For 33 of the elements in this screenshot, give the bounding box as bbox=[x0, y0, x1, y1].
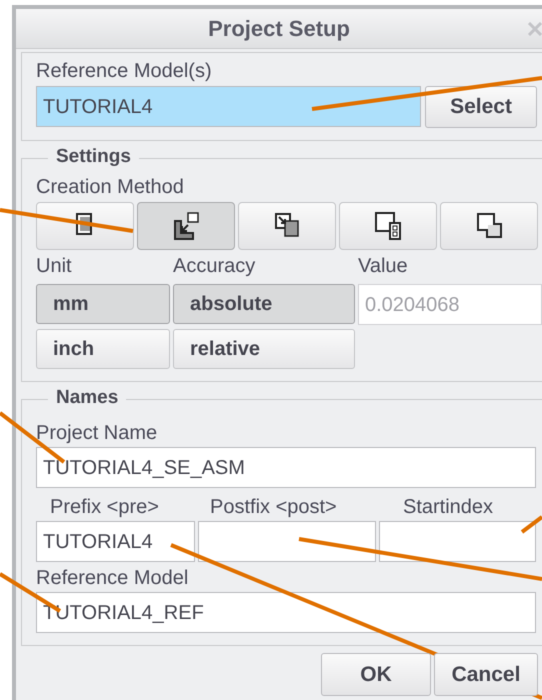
field-label: Value bbox=[358, 254, 409, 279]
field-label: Creation Method bbox=[36, 175, 185, 200]
field-label: Unit bbox=[36, 254, 73, 279]
field-label: Reference Model(s) bbox=[36, 59, 213, 84]
input-field[interactable]: TUTORIAL4_SE_ASM bbox=[36, 447, 536, 488]
corner-icon bbox=[172, 211, 200, 241]
step-icon bbox=[475, 211, 503, 241]
leader-line bbox=[520, 515, 542, 534]
box-grid-icon bbox=[374, 211, 402, 241]
option-button[interactable]: relative bbox=[173, 329, 355, 369]
window-title: Project Setup bbox=[208, 15, 350, 43]
input-field[interactable]: TUTORIAL4 bbox=[36, 86, 421, 127]
tool-button[interactable] bbox=[36, 202, 134, 250]
field-label: Prefix <pre> bbox=[49, 495, 160, 520]
input-field[interactable] bbox=[379, 521, 536, 562]
input-field[interactable]: TUTORIAL4 bbox=[36, 521, 195, 562]
field-label: Accuracy bbox=[173, 254, 256, 279]
field-label: Project Name bbox=[36, 421, 158, 446]
tool-button[interactable] bbox=[238, 202, 336, 250]
field-label: Reference Model bbox=[36, 566, 190, 591]
input-field[interactable] bbox=[198, 521, 376, 562]
tool-button[interactable] bbox=[137, 202, 235, 250]
option-button[interactable]: mm bbox=[36, 284, 170, 324]
select-button[interactable]: Select bbox=[425, 86, 537, 128]
input-field[interactable]: TUTORIAL4_REF bbox=[36, 592, 536, 633]
option-button[interactable]: inch bbox=[36, 329, 170, 369]
dialog-button[interactable]: OK bbox=[321, 653, 431, 696]
option-button[interactable]: absolute bbox=[173, 284, 355, 324]
dialog-button[interactable]: Cancel bbox=[434, 653, 538, 696]
field-label: Startindex bbox=[402, 495, 494, 520]
tool-button[interactable] bbox=[440, 202, 538, 250]
field-label: Postfix <post> bbox=[209, 495, 338, 520]
tool-button[interactable] bbox=[339, 202, 437, 250]
